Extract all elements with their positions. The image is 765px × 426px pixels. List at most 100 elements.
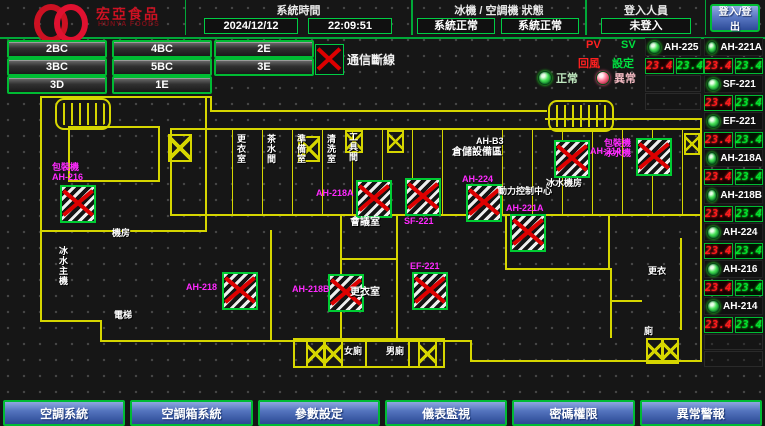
unit-ah-218a[interactable]: AH-218A 23.423.4 — [704, 149, 763, 185]
header-bar: 宏亞食品 HUNYA FOODS 系統時間 2024/12/12 22:09:5… — [0, 0, 765, 39]
unit-ah-221a[interactable]: AH-221A 23.423.4 — [704, 38, 763, 74]
unit-led-icon — [648, 41, 661, 54]
stair-x-icon — [646, 338, 663, 364]
unit-name: AH-224 — [723, 227, 757, 238]
room-label: 電梯 — [114, 310, 132, 320]
unit-sv: 23.4 — [735, 206, 764, 222]
comm-lost-icon — [315, 44, 344, 75]
room-label: 動力控制中心 — [498, 186, 552, 196]
floor-button-3e[interactable]: 3E — [214, 58, 314, 76]
unit-ah-214[interactable]: AH-214 23.423.4 — [704, 297, 763, 333]
chiller-status-value: 系統正常 — [417, 18, 495, 34]
normal-label: 正常 — [556, 70, 578, 86]
nav-meter-monitor[interactable]: 儀表監視 — [385, 400, 507, 426]
stair-x-icon — [662, 338, 679, 364]
unit-sv: 23.4 — [735, 280, 764, 296]
floor-button-2bc[interactable]: 2BC — [7, 40, 107, 58]
legend-abnormal: 異常 — [596, 70, 636, 86]
device-sf-221-icon[interactable] — [405, 178, 441, 216]
stair-x-icon — [324, 340, 343, 368]
room-label: 機房 — [112, 228, 130, 238]
unit-pv: 23.4 — [645, 58, 674, 74]
unit-ef-221[interactable]: EF-221 23.423.4 — [704, 112, 763, 148]
unit-pv: 23.4 — [704, 58, 733, 74]
stair-x-icon — [684, 133, 700, 155]
room-label: 男廁 — [386, 346, 404, 356]
stair-icon — [55, 98, 111, 130]
nav-password-auth[interactable]: 密碼權限 — [512, 400, 634, 426]
unit-name: EF-221 — [723, 116, 756, 127]
scada-screen: 宏亞食品 HUNYA FOODS 系統時間 2024/12/12 22:09:5… — [0, 0, 765, 426]
machine-status-label: 冰機 / 空調機 狀態 — [413, 2, 585, 18]
device-label: SF-221 — [404, 216, 434, 226]
unit-sf-221[interactable]: SF-221 23.423.4 — [704, 75, 763, 111]
unit-sv: 23.4 — [735, 243, 764, 259]
unit-led-icon — [707, 189, 717, 202]
device-ah-216-icon[interactable] — [60, 185, 96, 223]
room-label: 更衣室 — [350, 288, 380, 298]
floor-button-2e[interactable]: 2E — [214, 40, 314, 58]
unit-sv: 23.4 — [676, 58, 705, 74]
stair-x-icon — [387, 130, 404, 153]
company-logo-icon — [34, 3, 86, 33]
unit-ah-224[interactable]: AH-224 23.423.4 — [704, 223, 763, 259]
room-label: 廁 — [644, 326, 653, 336]
room-label: 會議室 — [350, 218, 380, 228]
empty-cell — [704, 334, 763, 350]
floor-button-4bc[interactable]: 4BC — [112, 40, 212, 58]
unit-ah-218b[interactable]: AH-218B 23.423.4 — [704, 186, 763, 222]
nav-ac-system[interactable]: 空調系統 — [3, 400, 125, 426]
room-label: 女廁 — [344, 346, 362, 356]
floor-button-3bc[interactable]: 3BC — [7, 58, 107, 76]
pv-header: PV — [586, 39, 601, 51]
unit-pv: 23.4 — [704, 280, 733, 296]
unit-led-icon — [707, 41, 717, 54]
system-clock-value: 22:09:51 — [308, 18, 392, 34]
login-label: 登入人員 — [587, 2, 705, 18]
device-label: AH-218B — [292, 284, 330, 294]
nav-parameter-set[interactable]: 參數設定 — [258, 400, 380, 426]
stair-x-icon — [306, 340, 325, 368]
login-logout-button[interactable]: 登入/登出 — [710, 4, 760, 32]
device-label: AH-218A — [316, 188, 354, 198]
stair-icon — [548, 100, 614, 132]
device-label: AH-224 — [462, 174, 493, 184]
legend-normal: 正常 — [538, 70, 578, 86]
unit-led-icon — [707, 78, 720, 91]
unit-sv: 23.4 — [735, 58, 764, 74]
unit-ah-225[interactable]: AH-225 23.423.4 — [645, 38, 701, 74]
empty-cell — [704, 351, 763, 367]
device-ah-218-icon[interactable] — [222, 272, 258, 310]
room-label: 更衣室 — [236, 134, 246, 164]
room-label: 茶水間 — [266, 134, 276, 164]
sv-header: SV — [621, 39, 636, 51]
device-ef-221-icon[interactable] — [412, 272, 448, 310]
nav-alarm[interactable]: 異常警報 — [640, 400, 762, 426]
unit-name: SF-221 — [723, 79, 756, 90]
unit-name: AH-221A — [720, 42, 762, 53]
unit-name: AH-216 — [723, 264, 757, 275]
device-label: EF-221 — [410, 261, 440, 271]
unit-led-icon — [707, 152, 717, 165]
unit-led-icon — [707, 115, 720, 128]
room-label: 準備室 — [296, 134, 306, 164]
device-ah-214-icon[interactable] — [554, 140, 590, 178]
device-ah-221a-icon[interactable] — [510, 214, 546, 252]
login-section: 登入人員 未登入 — [586, 0, 706, 35]
nav-ahu-system[interactable]: 空調箱系統 — [130, 400, 252, 426]
device-label: 包裝機AH-216 — [52, 162, 83, 182]
unit-name: AH-214 — [723, 301, 757, 312]
system-time-section: 系統時間 2024/12/12 22:09:51 — [185, 0, 412, 35]
unit-name: AH-218A — [720, 153, 762, 164]
unit-sv: 23.4 — [735, 169, 764, 185]
room-label: 工具間 — [348, 132, 358, 162]
room-label: 更衣 — [648, 266, 666, 276]
device-label: 包裝機冰水機 — [604, 138, 631, 158]
device-chiller-icon[interactable] — [636, 138, 672, 176]
unit-ah-216[interactable]: AH-216 23.423.4 — [704, 260, 763, 296]
device-ah-218a-icon[interactable] — [356, 180, 392, 218]
floor-button-5bc[interactable]: 5BC — [112, 58, 212, 76]
device-ah-224-icon[interactable] — [466, 184, 502, 222]
unit-pv: 23.4 — [704, 206, 733, 222]
device-label: AH-218 — [186, 282, 217, 292]
